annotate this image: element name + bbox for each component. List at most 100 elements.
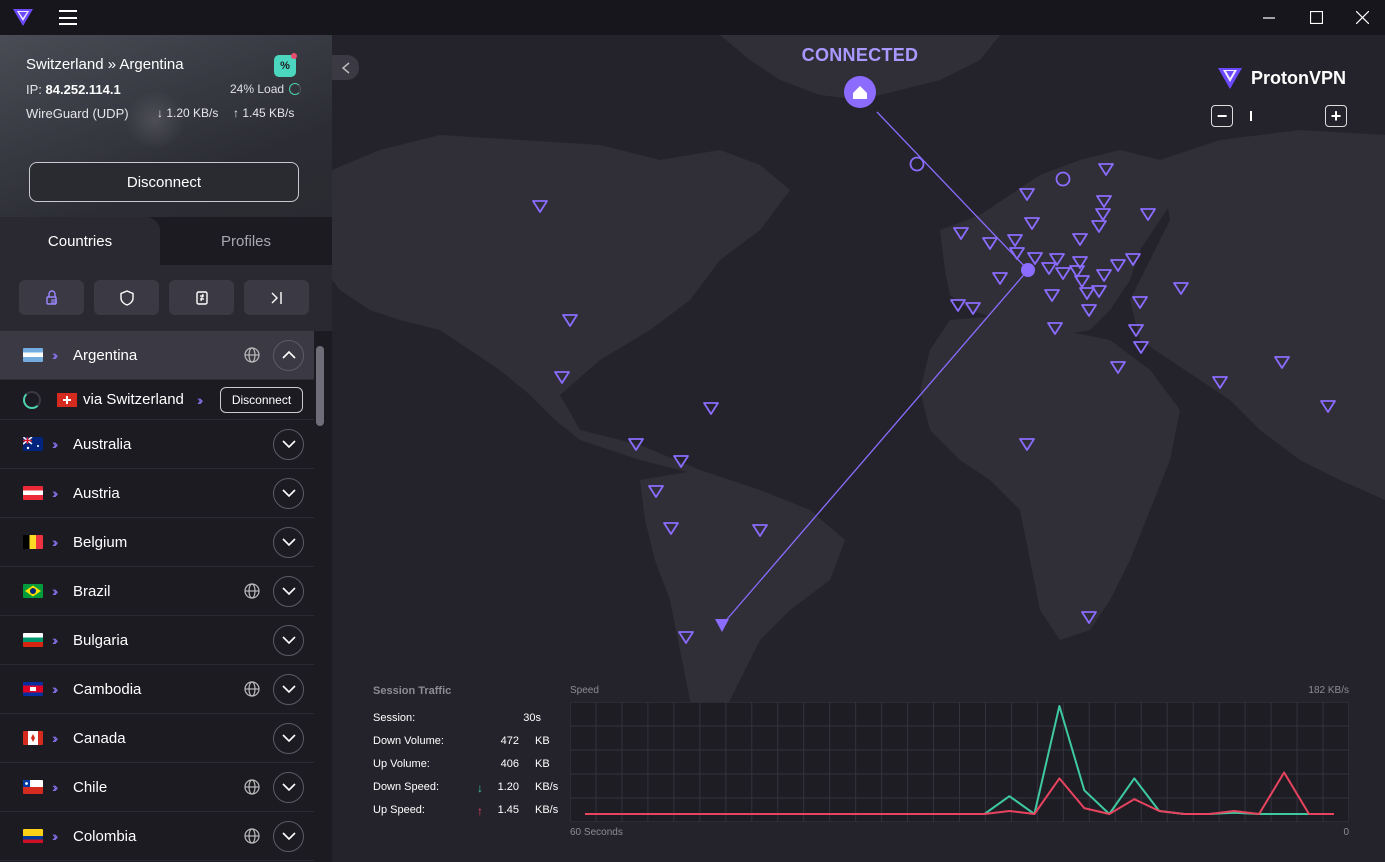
country-name: Australia — [73, 435, 132, 453]
expand-button[interactable] — [273, 820, 304, 852]
secure-core-filter-button[interactable] — [19, 280, 84, 315]
hamburger-menu-icon[interactable] — [59, 10, 77, 25]
server-marker[interactable] — [950, 299, 966, 312]
disconnect-button[interactable]: Disconnect — [29, 162, 299, 202]
load-ring-icon — [289, 83, 302, 95]
country-name: Colombia — [73, 827, 137, 845]
country-row-chile[interactable]: ›› Chile — [0, 763, 314, 812]
expand-button[interactable] — [273, 526, 304, 558]
server-label: via Switzerland — [83, 391, 184, 408]
zoom-out-button[interactable]: − — [1211, 105, 1233, 127]
secure-core-chevrons-icon: ›› — [52, 436, 59, 452]
globe-icon[interactable] — [243, 680, 261, 698]
shield-icon — [119, 289, 134, 306]
expand-button[interactable] — [273, 624, 304, 656]
stat-up-volume: Up Volume: 406 KB — [373, 758, 550, 770]
server-disconnect-button[interactable]: Disconnect — [220, 386, 303, 413]
close-icon[interactable] — [1339, 0, 1385, 35]
protocol-label: WireGuard (UDP) — [26, 106, 129, 121]
server-load: 24% Load — [230, 82, 302, 96]
expand-button[interactable] — [273, 575, 304, 607]
server-marker[interactable] — [703, 402, 719, 415]
sidebar: Switzerland » Argentina IP: 84.252.114.1… — [0, 35, 332, 862]
collapse-button[interactable] — [273, 339, 304, 371]
globe-icon[interactable] — [243, 827, 261, 845]
chevron-up-icon — [281, 351, 296, 359]
country-row-canada[interactable]: ›› Canada — [0, 714, 314, 763]
country-name: Argentina — [73, 346, 138, 364]
upload-speed: ↑ 1.45 KB/s — [233, 106, 295, 120]
chevron-down-icon — [281, 538, 296, 546]
country-list: ›› Argentina via Switzerland ›› Disconne… — [0, 331, 332, 862]
country-name: Brazil — [73, 582, 111, 600]
zoom-slider-thumb[interactable] — [1250, 111, 1252, 121]
country-row-austria[interactable]: ›› Austria — [0, 469, 314, 518]
country-row-argentina[interactable]: ›› Argentina — [0, 331, 314, 380]
expand-button[interactable] — [273, 771, 304, 803]
zoom-in-button[interactable]: + — [1325, 105, 1347, 127]
secure-core-chevrons-icon: ›› — [52, 632, 59, 648]
country-row-colombia[interactable]: ›› Colombia — [0, 812, 314, 861]
landmass-south-america — [640, 470, 845, 740]
connection-header: Switzerland » Argentina IP: 84.252.114.1… — [0, 35, 332, 217]
globe-icon[interactable] — [243, 582, 261, 600]
country-row-cambodia[interactable]: ›› Cambodia — [0, 665, 314, 714]
collapse-sidebar-button[interactable] — [332, 55, 359, 80]
expand-button[interactable] — [273, 673, 304, 705]
country-list-scrollbar[interactable] — [316, 346, 324, 426]
connection-status: CONNECTED — [801, 45, 919, 65]
chevron-down-icon — [281, 587, 296, 595]
flag-argentina-icon — [23, 348, 43, 362]
server-marker[interactable] — [1133, 341, 1149, 354]
secure-core-chevrons-icon: ›› — [52, 485, 59, 501]
country-name: Cambodia — [73, 680, 142, 698]
expand-button[interactable] — [273, 477, 304, 509]
country-row-brazil[interactable]: ›› Brazil — [0, 567, 314, 616]
country-row-bulgaria[interactable]: ›› Bulgaria — [0, 616, 314, 665]
chevron-down-icon — [281, 685, 296, 693]
tab-countries[interactable]: Countries — [0, 217, 160, 265]
secure-core-icon — [45, 289, 57, 305]
secure-core-chevrons-icon: ›› — [52, 534, 59, 550]
globe-icon[interactable] — [243, 778, 261, 796]
country-row-australia[interactable]: ›› Australia — [0, 420, 314, 469]
flag-belgium-icon — [23, 535, 43, 549]
chevron-down-icon — [281, 440, 296, 448]
chevron-down-icon — [281, 636, 296, 644]
down-arrow-icon: ↓ — [477, 781, 483, 795]
notification-dot — [291, 53, 297, 59]
server-row-via-switzerland[interactable]: via Switzerland ›› Disconnect — [0, 380, 314, 420]
country-name: Belgium — [73, 533, 128, 551]
speed-chart — [570, 702, 1349, 822]
country-name: Canada — [73, 729, 126, 747]
country-name: Austria — [73, 484, 120, 502]
expand-button[interactable] — [273, 428, 304, 460]
tab-profiles[interactable]: Profiles — [160, 217, 332, 265]
netshield-filter-button[interactable] — [94, 280, 159, 315]
secure-core-marker[interactable] — [909, 156, 925, 172]
graph-title: Speed — [570, 685, 599, 696]
p2p-filter-button[interactable] — [169, 280, 234, 315]
flag-chile-icon — [23, 780, 43, 794]
maximize-icon[interactable] — [1293, 0, 1339, 35]
globe-icon[interactable] — [243, 346, 261, 364]
chevron-left-icon — [341, 61, 349, 74]
landmass-africa — [920, 315, 1180, 640]
flag-bulgaria-icon — [23, 633, 43, 647]
expand-button[interactable] — [273, 722, 304, 754]
minimize-icon[interactable] — [1246, 0, 1292, 35]
country-name: Chile — [73, 778, 108, 796]
tor-filter-button[interactable] — [244, 280, 309, 315]
traffic-stats: Session: 30s Down Volume: 472 KB Up Volume:… — [373, 712, 563, 827]
flag-colombia-icon — [23, 829, 43, 843]
secure-core-chevrons-icon: ›› — [52, 779, 59, 795]
secure-core-chevrons-icon: ›› — [52, 828, 59, 844]
tor-icon — [271, 291, 282, 304]
flag-background-sun — [125, 90, 185, 150]
connecting-spinner-icon — [23, 390, 41, 409]
title-bar — [0, 0, 1385, 35]
country-row-belgium[interactable]: ›› Belgium — [0, 518, 314, 567]
flag-switzerland-icon — [57, 392, 77, 407]
switzerland-entry-marker[interactable] — [1021, 263, 1035, 277]
stat-session: Session: 30s — [373, 712, 541, 724]
